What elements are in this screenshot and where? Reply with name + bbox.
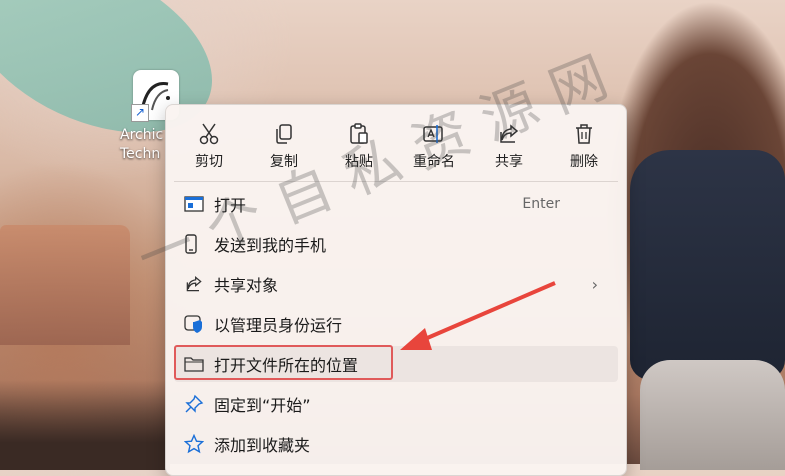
- annotation-arrow-icon: [400, 281, 556, 350]
